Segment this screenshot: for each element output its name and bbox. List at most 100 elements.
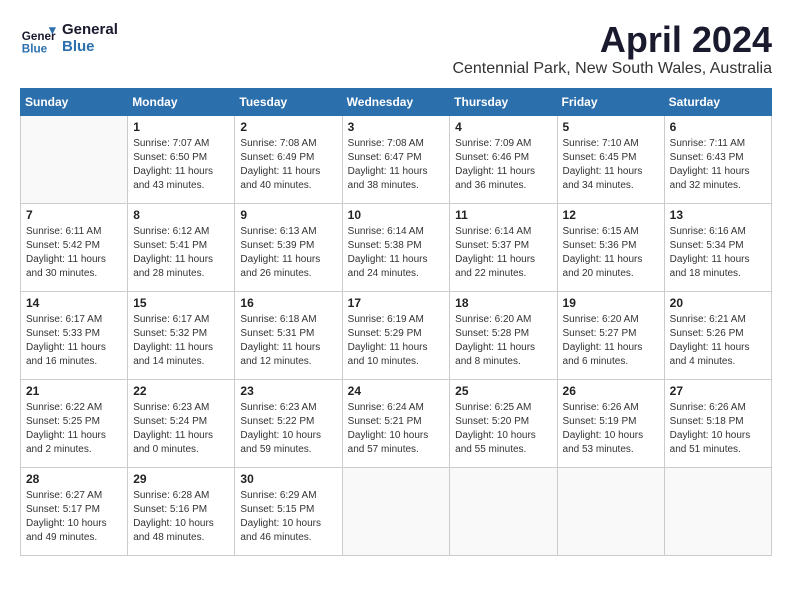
day-header-saturday: Saturday [664,88,771,115]
calendar-cell: 22Sunrise: 6:23 AMSunset: 5:24 PMDayligh… [128,379,235,467]
day-info: Sunrise: 6:25 AMSunset: 5:20 PMDaylight:… [455,401,551,457]
day-info: Sunrise: 6:14 AMSunset: 5:38 PMDaylight:… [348,225,445,281]
day-number: 9 [240,208,336,222]
calendar-cell: 6 Sunrise: 7:11 AMSunset: 6:43 PMDaylight… [664,115,771,203]
day-info: Sunrise: 6:18 AMSunset: 5:31 PMDaylight:… [240,313,336,369]
calendar-cell: 5 Sunrise: 7:10 AMSunset: 6:45 PMDaylight… [557,115,664,203]
day-info: Sunrise: 6:14 AMSunset: 5:37 PMDaylight:… [455,225,551,281]
location-title: Centennial Park, New South Wales, Austra… [452,60,772,78]
day-number: 21 [26,384,122,398]
calendar-cell: 18 Sunrise: 6:20 AMSunset: 5:28 PMDayligh… [450,291,557,379]
day-info: Sunrise: 7:11 AMSunset: 6:43 PMDaylight:… [670,137,766,193]
day-info: Sunrise: 7:08 AMSunset: 6:47 PMDaylight:… [348,137,445,193]
calendar-cell: 25 Sunrise: 6:25 AMSunset: 5:20 PMDayligh… [450,379,557,467]
day-info: Sunrise: 6:22 AMSunset: 5:25 PMDaylight:… [26,401,122,457]
day-info: Sunrise: 6:24 AMSunset: 5:21 PMDaylight:… [348,401,445,457]
calendar-cell: 12Sunrise: 6:15 AMSunset: 5:36 PMDayligh… [557,203,664,291]
calendar-cell: 4Sunrise: 7:09 AMSunset: 6:46 PMDaylight… [450,115,557,203]
calendar-cell: 7Sunrise: 6:11 AMSunset: 5:42 PMDaylight… [21,203,128,291]
day-number: 27 [670,384,766,398]
day-number: 23 [240,384,336,398]
day-info: Sunrise: 6:13 AMSunset: 5:39 PMDaylight:… [240,225,336,281]
day-info: Sunrise: 6:17 AMSunset: 5:32 PMDaylight:… [133,313,229,369]
day-info: Sunrise: 6:27 AMSunset: 5:17 PMDaylight:… [26,489,122,545]
day-header-monday: Monday [128,88,235,115]
logo-line1: General [62,21,118,38]
day-number: 8 [133,208,229,222]
day-info: Sunrise: 6:21 AMSunset: 5:26 PMDaylight:… [670,313,766,369]
day-info: Sunrise: 6:23 AMSunset: 5:22 PMDaylight:… [240,401,336,457]
day-header-tuesday: Tuesday [235,88,342,115]
day-number: 13 [670,208,766,222]
day-info: Sunrise: 6:12 AMSunset: 5:41 PMDaylight:… [133,225,229,281]
day-number: 15 [133,296,229,310]
calendar-cell: 15 Sunrise: 6:17 AMSunset: 5:32 PMDayligh… [128,291,235,379]
calendar-week-row: 21 Sunrise: 6:22 AMSunset: 5:25 PMDayligh… [21,379,772,467]
day-info: Sunrise: 6:19 AMSunset: 5:29 PMDaylight:… [348,313,445,369]
page-header: General Blue General Blue April 2024 Cen… [20,20,772,78]
day-number: 14 [26,296,122,310]
calendar-cell: 28 Sunrise: 6:27 AMSunset: 5:17 PMDayligh… [21,467,128,555]
day-number: 18 [455,296,551,310]
day-header-sunday: Sunday [21,88,128,115]
svg-text:Blue: Blue [22,42,48,55]
calendar-cell: 3 Sunrise: 7:08 AMSunset: 6:47 PMDaylight… [342,115,450,203]
calendar-cell [664,467,771,555]
calendar-cell [557,467,664,555]
calendar-cell: 30 Sunrise: 6:29 AMSunset: 5:15 PMDayligh… [235,467,342,555]
day-number: 19 [563,296,659,310]
calendar-cell: 14 Sunrise: 6:17 AMSunset: 5:33 PMDayligh… [21,291,128,379]
calendar-cell: 24 Sunrise: 6:24 AMSunset: 5:21 PMDayligh… [342,379,450,467]
day-info: Sunrise: 7:10 AMSunset: 6:45 PMDaylight:… [563,137,659,193]
day-number: 20 [670,296,766,310]
day-info: Sunrise: 6:11 AMSunset: 5:42 PMDaylight:… [26,225,122,281]
day-number: 24 [348,384,445,398]
day-info: Sunrise: 6:17 AMSunset: 5:33 PMDaylight:… [26,313,122,369]
day-number: 16 [240,296,336,310]
day-number: 5 [563,120,659,134]
day-number: 6 [670,120,766,134]
calendar-cell: 2 Sunrise: 7:08 AMSunset: 6:49 PMDaylight… [235,115,342,203]
calendar-cell: 21 Sunrise: 6:22 AMSunset: 5:25 PMDayligh… [21,379,128,467]
day-info: Sunrise: 6:26 AMSunset: 5:18 PMDaylight:… [670,401,766,457]
day-number: 25 [455,384,551,398]
day-info: Sunrise: 6:23 AMSunset: 5:24 PMDaylight:… [133,401,229,457]
day-number: 28 [26,472,122,486]
day-number: 2 [240,120,336,134]
calendar-cell: 1 Sunrise: 7:07 AMSunset: 6:50 PMDaylight… [128,115,235,203]
day-number: 30 [240,472,336,486]
calendar-cell: 27 Sunrise: 6:26 AMSunset: 5:18 PMDayligh… [664,379,771,467]
calendar-week-row: 1 Sunrise: 7:07 AMSunset: 6:50 PMDaylight… [21,115,772,203]
day-number: 29 [133,472,229,486]
logo-icon: General Blue [20,20,56,56]
day-info: Sunrise: 6:28 AMSunset: 5:16 PMDaylight:… [133,489,229,545]
calendar-cell [450,467,557,555]
calendar-cell: 8 Sunrise: 6:12 AMSunset: 5:41 PMDaylight… [128,203,235,291]
calendar-cell: 17 Sunrise: 6:19 AMSunset: 5:29 PMDayligh… [342,291,450,379]
calendar-week-row: 7Sunrise: 6:11 AMSunset: 5:42 PMDaylight… [21,203,772,291]
title-block: April 2024 Centennial Park, New South Wa… [452,20,772,78]
day-info: Sunrise: 7:08 AMSunset: 6:49 PMDaylight:… [240,137,336,193]
calendar-cell: 10Sunrise: 6:14 AMSunset: 5:38 PMDayligh… [342,203,450,291]
calendar-week-row: 14 Sunrise: 6:17 AMSunset: 5:33 PMDayligh… [21,291,772,379]
calendar-cell: 11Sunrise: 6:14 AMSunset: 5:37 PMDayligh… [450,203,557,291]
day-info: Sunrise: 6:20 AMSunset: 5:28 PMDaylight:… [455,313,551,369]
calendar-cell: 26Sunrise: 6:26 AMSunset: 5:19 PMDayligh… [557,379,664,467]
calendar-cell: 23 Sunrise: 6:23 AMSunset: 5:22 PMDayligh… [235,379,342,467]
calendar-cell: 9 Sunrise: 6:13 AMSunset: 5:39 PMDaylight… [235,203,342,291]
day-number: 3 [348,120,445,134]
day-number: 4 [455,120,551,134]
day-number: 17 [348,296,445,310]
logo: General Blue General Blue [20,20,118,56]
day-info: Sunrise: 6:29 AMSunset: 5:15 PMDaylight:… [240,489,336,545]
svg-text:General: General [22,30,56,43]
day-number: 26 [563,384,659,398]
day-number: 1 [133,120,229,134]
calendar-header-row: SundayMondayTuesdayWednesdayThursdayFrid… [21,88,772,115]
day-number: 12 [563,208,659,222]
calendar-cell: 20 Sunrise: 6:21 AMSunset: 5:26 PMDayligh… [664,291,771,379]
day-info: Sunrise: 6:20 AMSunset: 5:27 PMDaylight:… [563,313,659,369]
month-title: April 2024 [452,20,772,60]
day-info: Sunrise: 7:07 AMSunset: 6:50 PMDaylight:… [133,137,229,193]
logo-line2: Blue [62,38,118,55]
